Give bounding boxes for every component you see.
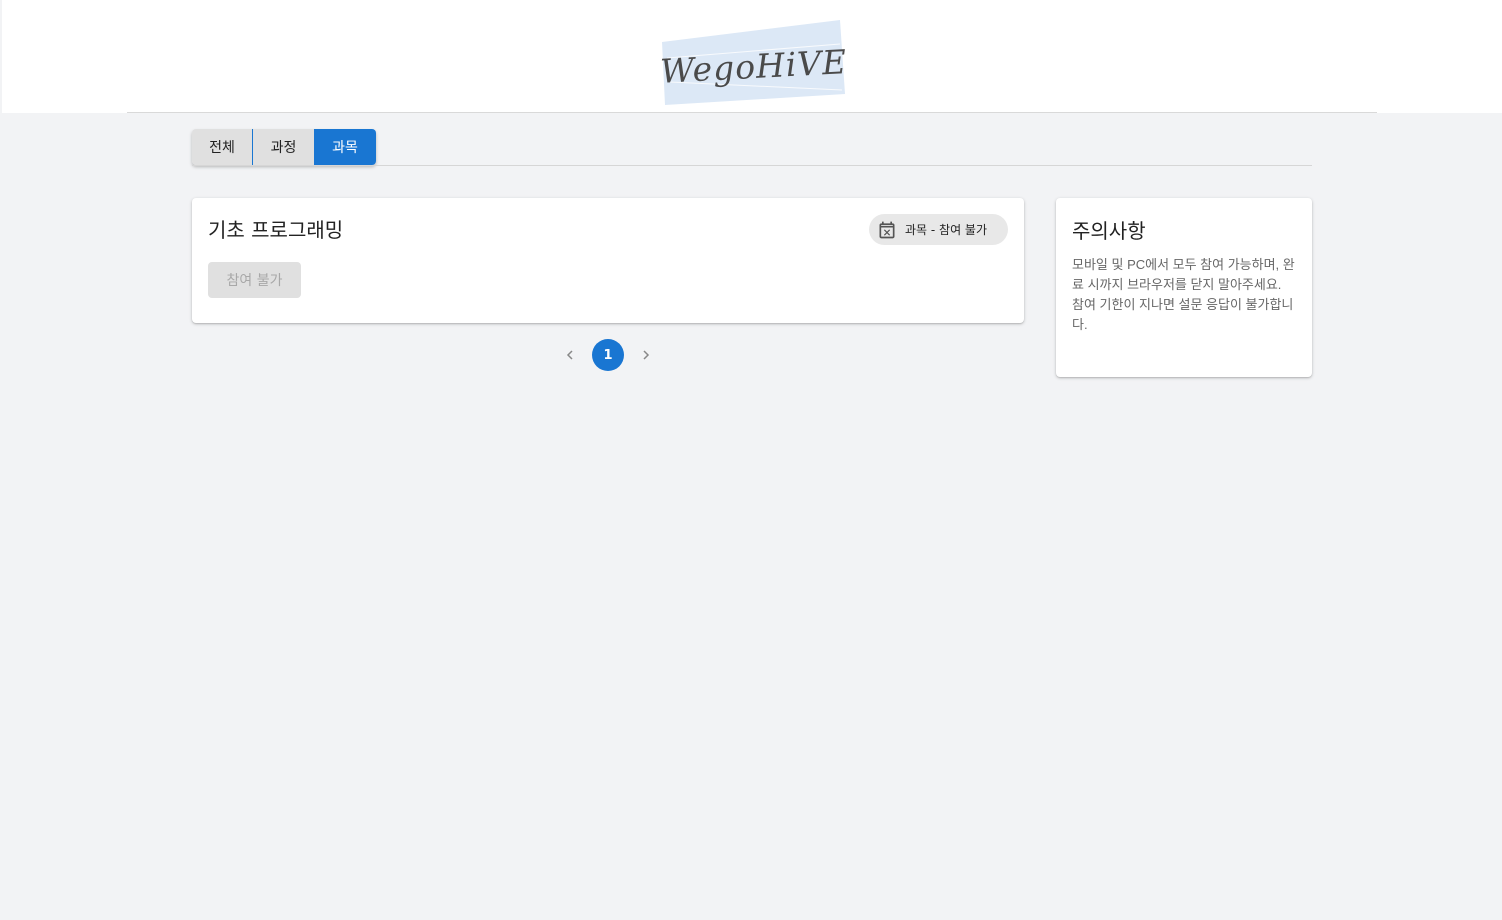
tab-all[interactable]: 전체 bbox=[192, 129, 253, 165]
course-card: 기초 프로그래밍 과목 - 참여 불가 참여 불가 bbox=[192, 198, 1024, 323]
notice-title: 주의사항 bbox=[1072, 219, 1146, 243]
calendar-x-icon bbox=[879, 221, 895, 238]
course-title: 기초 프로그래밍 bbox=[208, 218, 344, 242]
logo[interactable]: WegoHiVE bbox=[659, 20, 848, 106]
notice-body: 모바일 및 PC에서 모두 참여 가능하며, 완료 시까지 브라우저를 닫지 말… bbox=[1072, 255, 1296, 335]
status-badge: 과목 - 참여 불가 bbox=[869, 214, 1008, 245]
logo-text: WegoHiVE bbox=[659, 41, 849, 91]
header-divider bbox=[127, 112, 1377, 113]
notice-line-1: 모바일 및 PC에서 모두 참여 가능하며, 완료 시까지 브라우저를 닫지 말… bbox=[1072, 257, 1295, 292]
status-badge-label: 과목 - 참여 불가 bbox=[905, 223, 988, 237]
category-tabs: 전체 과정 과목 bbox=[192, 129, 376, 165]
pagination: 1 bbox=[556, 339, 660, 371]
page-button-current[interactable]: 1 bbox=[592, 339, 624, 371]
chevron-left-icon[interactable] bbox=[556, 339, 584, 371]
join-button[interactable]: 참여 불가 bbox=[208, 262, 301, 298]
notice-card: 주의사항 모바일 및 PC에서 모두 참여 가능하며, 완료 시까지 브라우저를… bbox=[1056, 198, 1312, 377]
tab-subject[interactable]: 과목 bbox=[314, 129, 376, 165]
tab-course-program[interactable]: 과정 bbox=[253, 129, 314, 165]
chevron-right-icon[interactable] bbox=[632, 339, 660, 371]
notice-line-2: 참여 기한이 지나면 설문 응답이 불가합니다. bbox=[1072, 297, 1294, 332]
tabs-divider bbox=[192, 165, 1312, 166]
